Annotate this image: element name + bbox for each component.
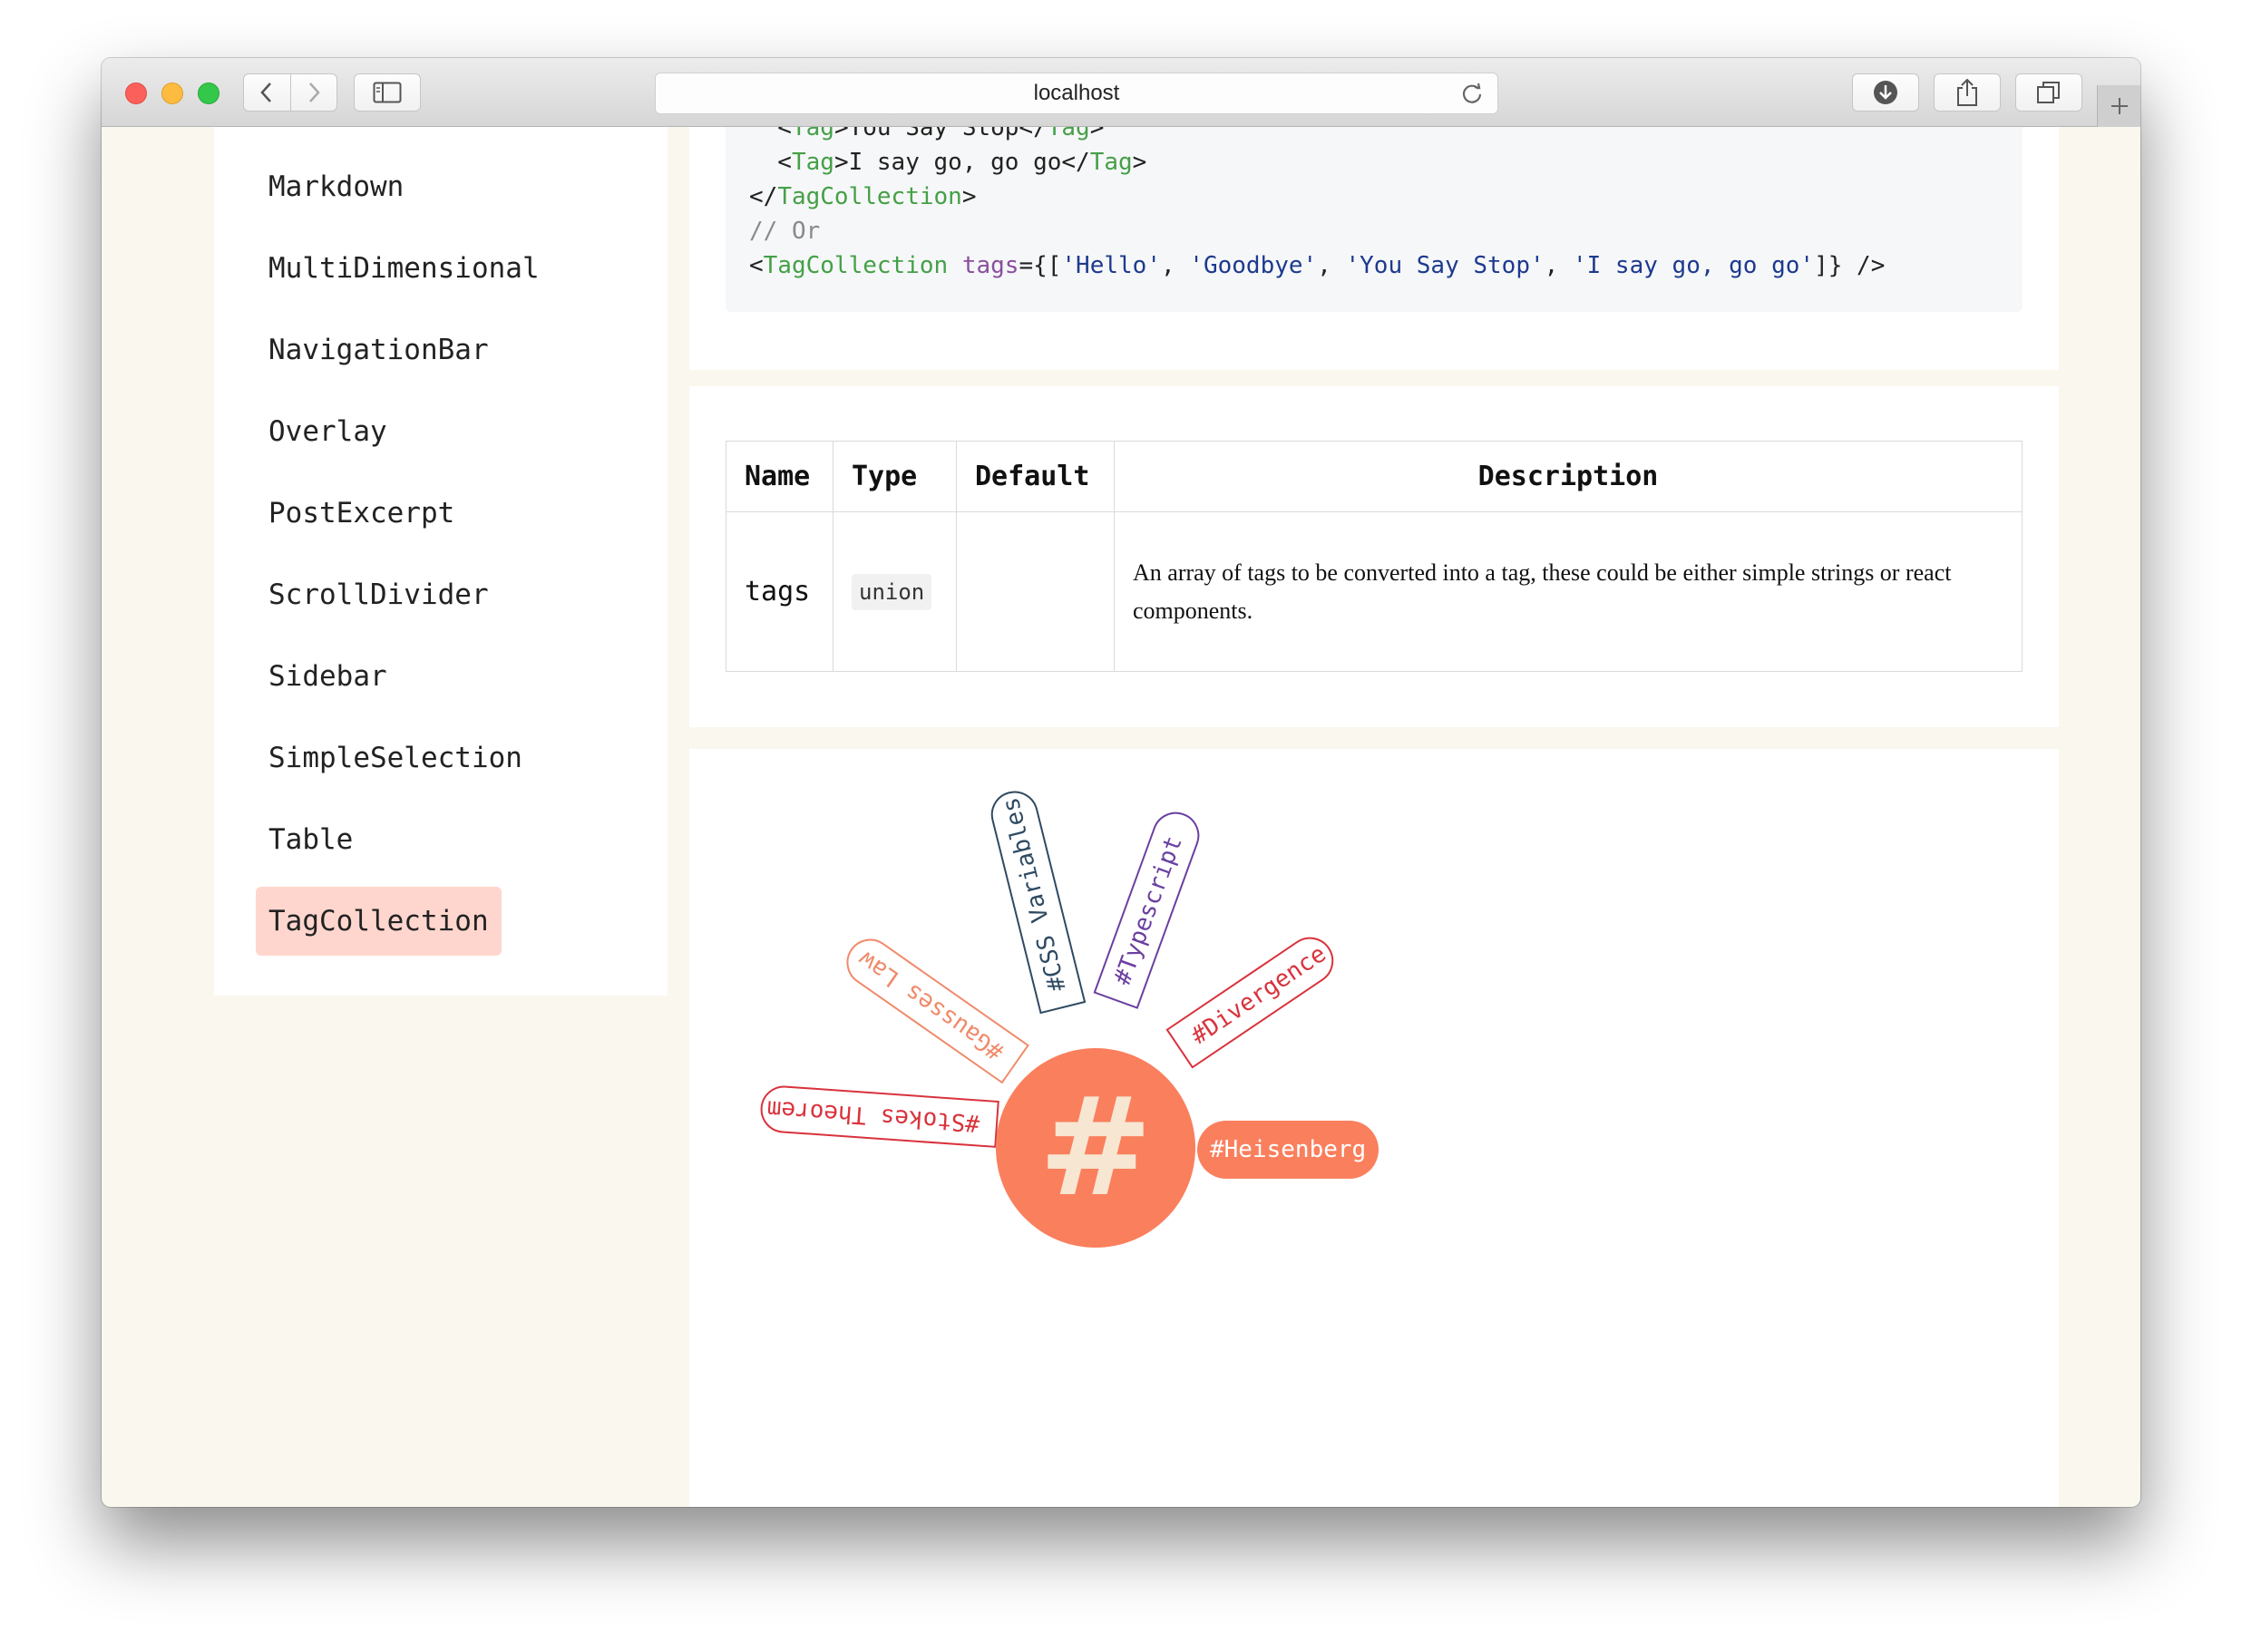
tag-stokes-theorem[interactable]: #Stokes Theorem	[758, 1084, 999, 1148]
sidebar-item-label: PostExcerpt	[268, 497, 455, 530]
new-tab-icon	[2110, 98, 2128, 114]
sidebar-item-label: Table	[268, 823, 354, 856]
header-description: Description	[1114, 441, 2023, 512]
sidebar-item-label: Sidebar	[268, 660, 387, 693]
sidebar-item-markdown[interactable]: Markdown	[256, 152, 416, 221]
share-icon	[1957, 78, 1977, 106]
tag-label: #Heisenberg	[1210, 1136, 1367, 1163]
sidebar-item-label: Markdown	[268, 170, 405, 203]
downloads-button[interactable]	[1852, 73, 1919, 112]
sidebar-item-navigationbar[interactable]: NavigationBar	[256, 316, 502, 384]
page-content: Markdown MultiDimensional NavigationBar …	[102, 127, 2140, 1507]
component-sidebar: Markdown MultiDimensional NavigationBar …	[214, 127, 668, 996]
sidebar-item-sidebar[interactable]: Sidebar	[256, 642, 400, 711]
tag-collection-demo-card: #Stokes Theorem #Gausses Law #CSS Variab…	[689, 749, 2059, 1507]
close-window-button[interactable]	[125, 83, 147, 104]
sidebar-item-label: ScrollDivider	[268, 578, 489, 611]
tabs-icon	[2037, 82, 2060, 103]
sidebar-icon	[373, 82, 402, 103]
hash-symbol: #	[1038, 1069, 1153, 1227]
tag-label: #CSS Variables	[997, 794, 1072, 995]
share-button[interactable]	[1934, 73, 2001, 112]
sidebar-item-multidimensional[interactable]: MultiDimensional	[256, 234, 552, 303]
address-text: localhost	[1033, 81, 1120, 105]
tag-label: #Typescript	[1108, 832, 1188, 989]
code-line: <Tag>I say go, go go</Tag>	[749, 149, 1147, 176]
sidebar-item-overlay[interactable]: Overlay	[256, 397, 400, 466]
sidebar-item-tagcollection[interactable]: TagCollection	[256, 887, 502, 956]
props-table-card: Name Type Default Description tags union…	[689, 386, 2059, 727]
code-block: <Tag>You Say Stop</Tag> <Tag>I say go, g…	[726, 127, 2023, 312]
table-header-row: Name Type Default Description	[726, 441, 2023, 512]
sidebar-item-label: TagCollection	[268, 905, 489, 938]
code-line: </TagCollection>	[749, 183, 977, 210]
reload-icon[interactable]	[1459, 81, 1485, 106]
sidebar-item-scrolldivider[interactable]: ScrollDivider	[256, 560, 502, 629]
tag-label: #Divergence	[1186, 940, 1331, 1051]
tag-css-variables[interactable]: #CSS Variables	[986, 786, 1087, 1015]
minimize-window-button[interactable]	[161, 83, 183, 104]
history-nav	[243, 73, 337, 112]
browser-window: localhost Markdown MultiDimensional Navi…	[102, 58, 2140, 1507]
cell-type: union	[833, 511, 957, 672]
cell-default	[956, 511, 1115, 672]
show-tabs-button[interactable]	[2015, 73, 2082, 112]
prop-name: tags	[745, 576, 811, 607]
forward-icon	[308, 83, 320, 102]
tag-label: #Gausses Law	[853, 945, 1009, 1065]
prop-type: union	[852, 573, 932, 610]
tag-label: #Stokes Theorem	[765, 1094, 981, 1137]
header-name: Name	[726, 441, 833, 512]
tag-gausses-law[interactable]: #Gausses Law	[837, 929, 1029, 1084]
sidebar-item-label: NavigationBar	[268, 334, 489, 366]
cell-description: An array of tags to be converted into a …	[1114, 511, 2023, 672]
code-line: <TagCollection tags={['Hello', 'Goodbye'…	[749, 252, 1886, 279]
sidebar-item-label: SimpleSelection	[268, 742, 522, 774]
tag-heisenberg[interactable]: #Heisenberg	[1197, 1121, 1379, 1179]
code-example-card: <Tag>You Say Stop</Tag> <Tag>I say go, g…	[689, 127, 2059, 370]
sidebar-item-simpleselection[interactable]: SimpleSelection	[256, 724, 535, 792]
show-sidebar-button[interactable]	[354, 73, 421, 112]
table-row: tags union An array of tags to be conver…	[726, 511, 2023, 672]
sidebar-item-table[interactable]: Table	[256, 805, 366, 874]
sidebar-item-label: MultiDimensional	[268, 252, 540, 285]
sidebar-item-label: Overlay	[268, 415, 387, 448]
header-default: Default	[956, 441, 1115, 512]
prop-description: An array of tags to be converted into a …	[1133, 559, 1952, 624]
address-bar[interactable]: localhost	[655, 73, 1498, 114]
tag-divergence[interactable]: #Divergence	[1165, 928, 1343, 1069]
back-button[interactable]	[244, 74, 290, 111]
code-comment: // Or	[749, 218, 821, 245]
header-type: Type	[833, 441, 957, 512]
zoom-window-button[interactable]	[198, 83, 219, 104]
forward-button[interactable]	[289, 74, 337, 111]
browser-toolbar: localhost	[102, 58, 2140, 127]
cell-name: tags	[726, 511, 833, 672]
code-line: <Tag>You Say Stop</Tag>	[749, 127, 1105, 141]
back-icon	[260, 83, 272, 102]
tag-typescript[interactable]: #Typescript	[1093, 805, 1206, 1009]
props-table: Name Type Default Description tags union…	[726, 441, 2023, 672]
sidebar-item-postexcerpt[interactable]: PostExcerpt	[256, 479, 467, 548]
download-icon	[1874, 81, 1897, 104]
new-tab-button[interactable]	[2097, 85, 2140, 127]
hash-center-icon: #	[996, 1048, 1195, 1248]
